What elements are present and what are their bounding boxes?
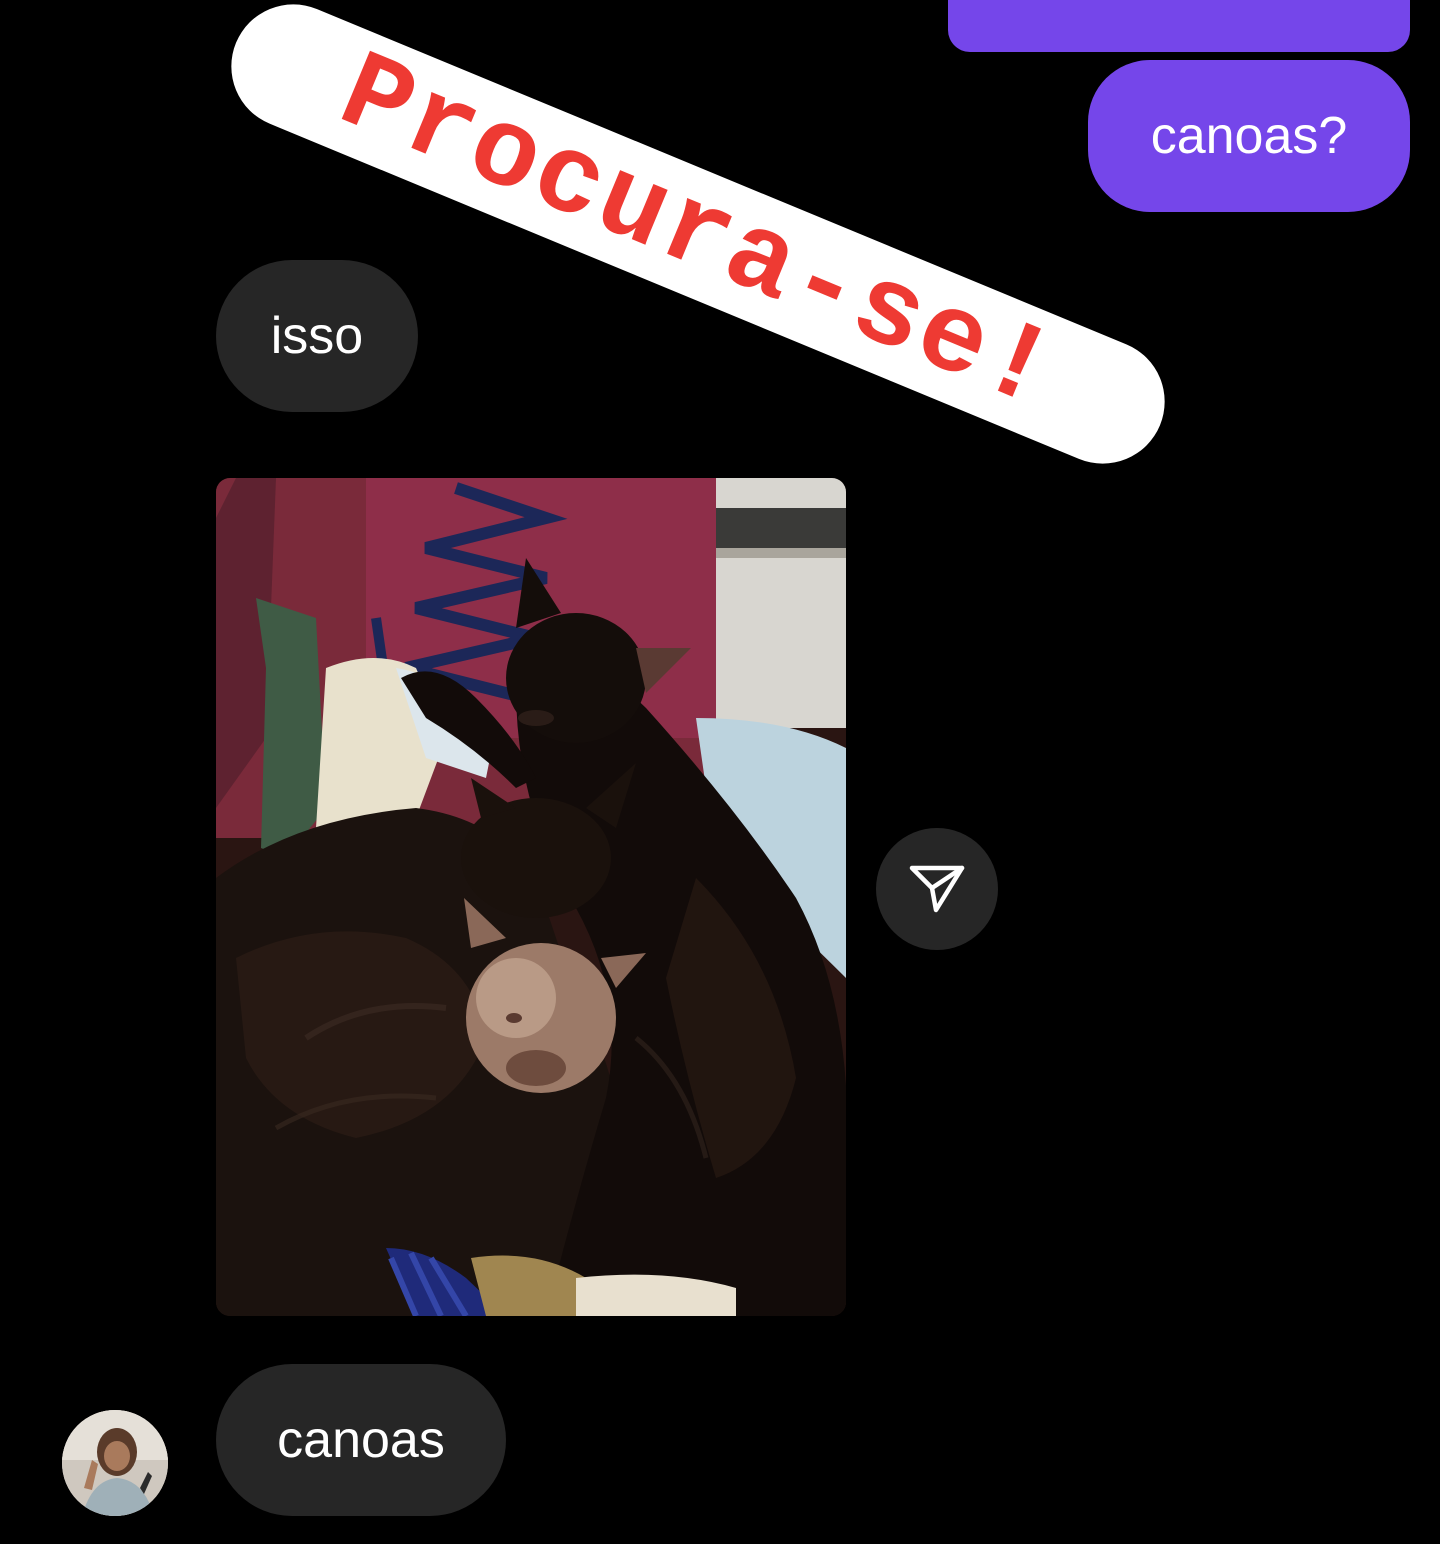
paper-plane-icon <box>909 865 965 913</box>
received-message-text: isso <box>270 307 364 365</box>
partial-message-text <box>262 1536 962 1544</box>
received-message-text: canoas <box>277 1411 445 1469</box>
received-message-bubble[interactable]: canoas <box>216 1364 506 1516</box>
sent-message-bubble-top[interactable] <box>948 0 1410 52</box>
user-avatar[interactable] <box>62 1410 168 1516</box>
share-button[interactable] <box>876 828 998 950</box>
sticker-text: Procura-se! <box>322 29 1074 439</box>
received-message-bubble[interactable]: isso <box>216 260 418 412</box>
sent-message-bubble[interactable]: canoas? <box>1088 60 1410 212</box>
cats-photo <box>216 478 846 1316</box>
photo-message[interactable] <box>216 478 846 1316</box>
sent-message-text: canoas? <box>1150 107 1348 165</box>
avatar-image <box>62 1410 168 1516</box>
